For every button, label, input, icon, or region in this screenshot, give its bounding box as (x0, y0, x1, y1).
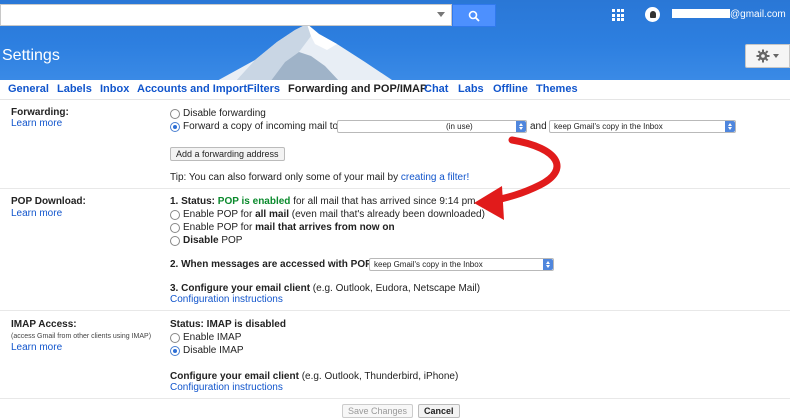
pop-status-suffix: for all mail that has arrived since 9:14… (290, 196, 476, 207)
pop-disable-radio[interactable] (170, 236, 180, 246)
tab-accounts-and-import[interactable]: Accounts and Import (137, 83, 247, 95)
pop-configure-text: 3. Configure your email client (e.g. Out… (170, 283, 481, 294)
notifications-bell-icon[interactable] (645, 7, 660, 22)
save-changes-button[interactable]: Save Changes (342, 404, 414, 418)
gear-icon (756, 49, 770, 63)
pop-download-section: POP Download: Learn more 1. Status: POP … (0, 189, 790, 311)
imap-enable-radio[interactable] (170, 333, 180, 343)
pop-status-value: POP is enabled (217, 196, 291, 207)
pop-accessed-select[interactable]: keep Gmail's copy in the Inbox (369, 258, 554, 271)
forward-action-select[interactable]: keep Gmail's copy in the Inbox (549, 120, 736, 133)
pop-enable-now-radio[interactable] (170, 223, 180, 233)
header-bar: @gmail.com Settings (0, 0, 790, 80)
tab-themes[interactable]: Themes (536, 83, 578, 95)
cancel-button[interactable]: Cancel (418, 404, 460, 418)
imap-learn-more-link[interactable]: Learn more (11, 342, 62, 353)
forwarding-learn-more-link[interactable]: Learn more (11, 118, 62, 129)
pop-enable-all-radio[interactable] (170, 210, 180, 220)
imap-access-section: IMAP Access: (access Gmail from other cl… (0, 311, 790, 399)
tab-labels[interactable]: Labels (57, 83, 92, 95)
forwarding-section: Forwarding: Learn more Disable forwardin… (0, 101, 790, 189)
pop-disable-label: Disable POP (183, 235, 243, 246)
redacted-email-mask (672, 9, 730, 18)
create-filter-link[interactable]: creating a filter! (401, 172, 469, 183)
tab-chat[interactable]: Chat (424, 83, 448, 95)
search-button[interactable] (452, 4, 496, 27)
tip-text: Tip: You can also forward only some of y… (170, 172, 401, 183)
pop-accessed-value: keep Gmail's copy in the Inbox (374, 260, 483, 269)
forward-action-value: keep Gmail's copy in the Inbox (554, 122, 663, 131)
imap-disable-radio[interactable] (170, 346, 180, 356)
select-arrows-icon (725, 121, 735, 132)
imap-disable-label: Disable IMAP (183, 345, 244, 356)
tab-filters[interactable]: Filters (247, 83, 280, 95)
add-forwarding-address-button[interactable]: Add a forwarding address (170, 147, 285, 161)
imap-config-instructions-link[interactable]: Configuration instructions (170, 382, 283, 393)
imap-enable-label: Enable IMAP (183, 332, 242, 343)
tab-inbox[interactable]: Inbox (100, 83, 129, 95)
account-email[interactable]: @gmail.com (672, 9, 790, 21)
page-title: Settings (2, 47, 60, 64)
apps-grid-icon[interactable] (612, 9, 624, 21)
email-domain: @gmail.com (730, 9, 786, 20)
pop-status: 1. Status: POP is enabled for all mail t… (170, 196, 476, 207)
pop-enable-now-label: Enable POP for mail that arrives from no… (183, 222, 395, 233)
pop-download-label: POP Download: (11, 196, 86, 207)
search-input[interactable] (0, 4, 452, 26)
pop-config-instructions-link[interactable]: Configuration instructions (170, 294, 283, 305)
forwarding-tip: Tip: You can also forward only some of y… (170, 172, 469, 183)
forwarding-and-text: and (530, 121, 547, 132)
imap-sublabel: (access Gmail from other clients using I… (11, 333, 152, 340)
pop-status-prefix: 1. Status: (170, 196, 218, 207)
pop-accessed-label: 2. When messages are accessed with POP (170, 259, 372, 270)
forward-address-select[interactable]: (in use) (337, 120, 527, 133)
pop-enable-all-label: Enable POP for all mail (even mail that'… (183, 209, 485, 220)
search-icon (468, 10, 480, 22)
chevron-down-icon (773, 54, 779, 58)
disable-forwarding-label: Disable forwarding (183, 108, 266, 119)
settings-gear-button[interactable] (745, 44, 790, 68)
forward-copy-radio[interactable] (170, 122, 180, 132)
tab-labs[interactable]: Labs (458, 83, 484, 95)
select-arrows-icon (516, 121, 526, 132)
search-options-caret-icon[interactable] (437, 12, 445, 17)
tab-forwarding-pop-imap[interactable]: Forwarding and POP/IMAP (288, 83, 427, 95)
disable-forwarding-radio[interactable] (170, 109, 180, 119)
forward-address-value: (in use) (446, 122, 473, 131)
pop-learn-more-link[interactable]: Learn more (11, 208, 62, 219)
settings-tabs: General Labels Inbox Accounts and Import… (0, 80, 790, 100)
forwarding-label: Forwarding: (11, 107, 69, 118)
tab-general[interactable]: General (8, 83, 49, 95)
select-arrows-icon (543, 259, 553, 270)
tab-offline[interactable]: Offline (493, 83, 528, 95)
imap-access-label: IMAP Access: (11, 319, 77, 330)
forward-copy-label: Forward a copy of incoming mail to (183, 121, 339, 132)
imap-status: Status: IMAP is disabled (170, 319, 286, 330)
imap-configure-text: Configure your email client (e.g. Outloo… (170, 371, 459, 382)
mountain-theme-image (218, 24, 392, 80)
